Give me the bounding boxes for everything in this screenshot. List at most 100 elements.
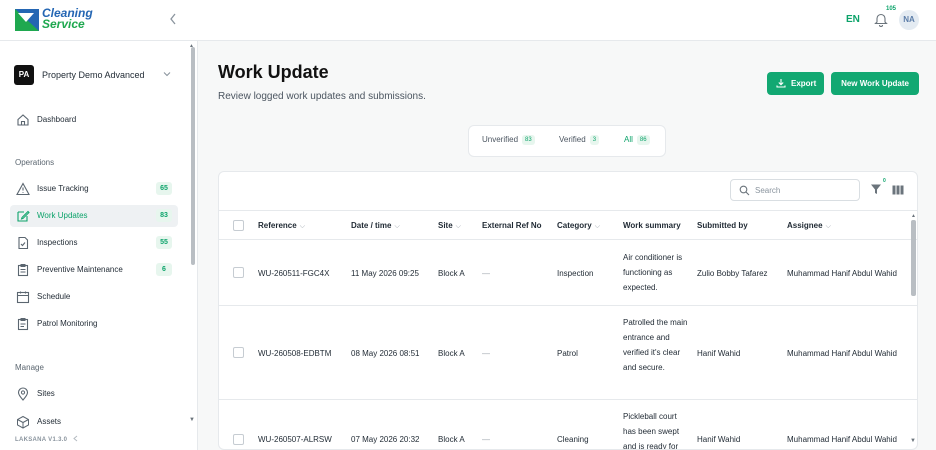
cell-datetime: 08 May 2026 08:51: [351, 349, 420, 358]
table-row[interactable]: WU-260508-EDBTM 08 May 2026 08:51 Block …: [219, 306, 917, 400]
warning-icon: [16, 182, 30, 196]
file-check-icon: [18, 236, 29, 250]
table-scroll-down-arrow[interactable]: ▼: [910, 438, 916, 444]
chevron-down-icon: ⌵: [825, 223, 831, 230]
sidebar-item-label: Issue Tracking: [37, 184, 89, 193]
sidebar-item-assets[interactable]: Assets: [10, 411, 178, 433]
cell-assignee: Muhammad Hanif Abdul Wahid: [787, 435, 897, 444]
sidebar-item-label: Work Updates: [37, 211, 88, 220]
cell-reference[interactable]: WU-260511-FGC4X: [258, 269, 329, 278]
chevron-down-icon: ⌵: [394, 223, 400, 230]
version-label: LAKSANA V1.3.0: [15, 437, 68, 443]
tab-label: Unverified: [482, 135, 519, 144]
table-header: Reference ⌵ Date / time ⌵ Site ⌵ External R…: [219, 210, 917, 240]
filter-icon[interactable]: [870, 183, 882, 195]
sidebar-item-inspections[interactable]: Inspections 55: [10, 232, 178, 254]
table-row[interactable]: WU-260507-ALRSW 07 May 2026 20:32 Block …: [219, 400, 917, 450]
sidebar-item-preventive-maintenance[interactable]: Preventive Maintenance 6: [10, 259, 178, 281]
table-scroll-up-arrow[interactable]: ▲: [911, 213, 916, 219]
org-switcher[interactable]: PA Property Demo Advanced: [14, 65, 176, 87]
download-icon: [776, 79, 786, 88]
user-avatar[interactable]: NA: [899, 10, 919, 30]
brand-line-2: Service: [42, 17, 85, 31]
clipboard-icon: [17, 264, 29, 277]
brand-name: Cleaning Service: [42, 7, 93, 31]
cell-category: Inspection: [557, 269, 594, 278]
cell-reference[interactable]: WU-260507-ALRSW: [258, 435, 332, 444]
box-icon: [17, 415, 29, 429]
logo-icon: [15, 9, 39, 31]
sidebar-item-schedule[interactable]: Schedule: [10, 286, 178, 308]
sidebar-item-work-updates[interactable]: Work Updates 83: [10, 205, 178, 227]
status-tabs: Unverified 83 Verified 3 All 86: [468, 125, 666, 157]
chevron-down-icon: [162, 69, 172, 82]
cell-submitted-by: Hanif Wahid: [697, 435, 741, 444]
col-label: Assignee: [787, 221, 823, 230]
section-label-operations: Operations: [15, 158, 55, 167]
table-row[interactable]: WU-260511-FGC4X 11 May 2026 09:25 Block …: [219, 240, 917, 306]
tab-verified[interactable]: Verified 3: [559, 135, 600, 149]
cell-summary: Pickleball court has been swept and is r…: [623, 412, 680, 450]
notifications-button[interactable]: [874, 12, 890, 28]
app-version: LAKSANA V1.3.0: [15, 435, 80, 443]
collapse-sidebar-button[interactable]: [168, 12, 182, 28]
sidebar-item-label: Schedule: [37, 292, 71, 301]
col-label: Date / time: [351, 221, 392, 230]
sidebar-item-sites[interactable]: Sites: [10, 383, 178, 405]
sidebar-scrollbar-thumb[interactable]: [191, 47, 195, 265]
col-external-ref: External Ref No: [482, 221, 542, 230]
col-label: External Ref No: [482, 221, 542, 230]
tab-count: 86: [636, 135, 650, 145]
row-checkbox[interactable]: [233, 347, 244, 358]
cell-datetime: 07 May 2026 20:32: [351, 435, 420, 444]
org-badge: PA: [14, 65, 34, 85]
tab-all[interactable]: All 86: [624, 135, 650, 149]
table-scrollbar-thumb[interactable]: [911, 220, 916, 296]
col-date-time[interactable]: Date / time ⌵: [351, 221, 400, 231]
section-label-manage: Manage: [15, 363, 44, 372]
count-badge: 65: [156, 182, 172, 195]
top-bar: Cleaning Service EN 105 NA: [0, 0, 936, 41]
scroll-down-arrow[interactable]: ▼: [189, 417, 195, 423]
chevron-left-icon: [170, 13, 176, 25]
col-category[interactable]: Category ⌵: [557, 221, 600, 231]
col-reference[interactable]: Reference ⌵: [258, 221, 305, 231]
row-checkbox[interactable]: [233, 267, 244, 278]
sidebar-item-dashboard[interactable]: Dashboard: [10, 109, 178, 131]
sidebar-item-label: Preventive Maintenance: [37, 265, 123, 274]
tab-unverified[interactable]: Unverified 83: [482, 135, 535, 149]
sidebar-item-patrol-monitoring[interactable]: Patrol Monitoring: [10, 313, 178, 335]
select-all-checkbox[interactable]: [233, 220, 244, 231]
cell-reference[interactable]: WU-260508-EDBTM: [258, 349, 331, 358]
search-box[interactable]: [730, 179, 860, 201]
home-icon: [17, 114, 29, 126]
count-badge: 6: [156, 263, 172, 276]
col-site[interactable]: Site ⌵: [438, 221, 461, 231]
new-work-update-button[interactable]: New Work Update: [831, 72, 919, 95]
col-label: Submitted by: [697, 221, 748, 230]
language-switcher[interactable]: EN: [846, 14, 860, 25]
col-submitted-by: Submitted by: [697, 221, 748, 230]
chevron-down-icon: ⌵: [299, 223, 305, 230]
notification-count-badge: 105: [886, 6, 897, 12]
cell-site: Block A: [438, 269, 465, 278]
col-work-summary: Work summary: [623, 221, 681, 230]
sidebar-item-issue-tracking[interactable]: Issue Tracking 65: [10, 178, 178, 200]
col-assignee[interactable]: Assignee ⌵: [787, 221, 831, 231]
sidebar-item-label: Dashboard: [37, 115, 77, 124]
columns-icon[interactable]: [892, 185, 904, 195]
chevron-down-icon: ⌵: [455, 223, 461, 230]
brand-logo[interactable]: Cleaning Service: [14, 7, 104, 34]
edit-icon: [17, 210, 30, 222]
tab-count: 3: [589, 135, 600, 145]
cell-assignee: Muhammad Hanif Abdul Wahid: [787, 349, 897, 358]
export-button[interactable]: Export: [767, 72, 824, 95]
collapse-icon[interactable]: [72, 435, 80, 442]
clipboard-list-icon: [17, 318, 29, 331]
work-updates-table-card: 0 Reference⌵ Date / time⌵ Site⌵ External…: [218, 171, 918, 450]
search-input[interactable]: [755, 184, 855, 197]
cell-external-ref: —: [482, 349, 490, 358]
row-checkbox[interactable]: [233, 434, 244, 445]
cell-submitted-by: Zulio Bobby Tafarez: [697, 269, 768, 278]
sidebar-item-label: Patrol Monitoring: [37, 319, 98, 328]
